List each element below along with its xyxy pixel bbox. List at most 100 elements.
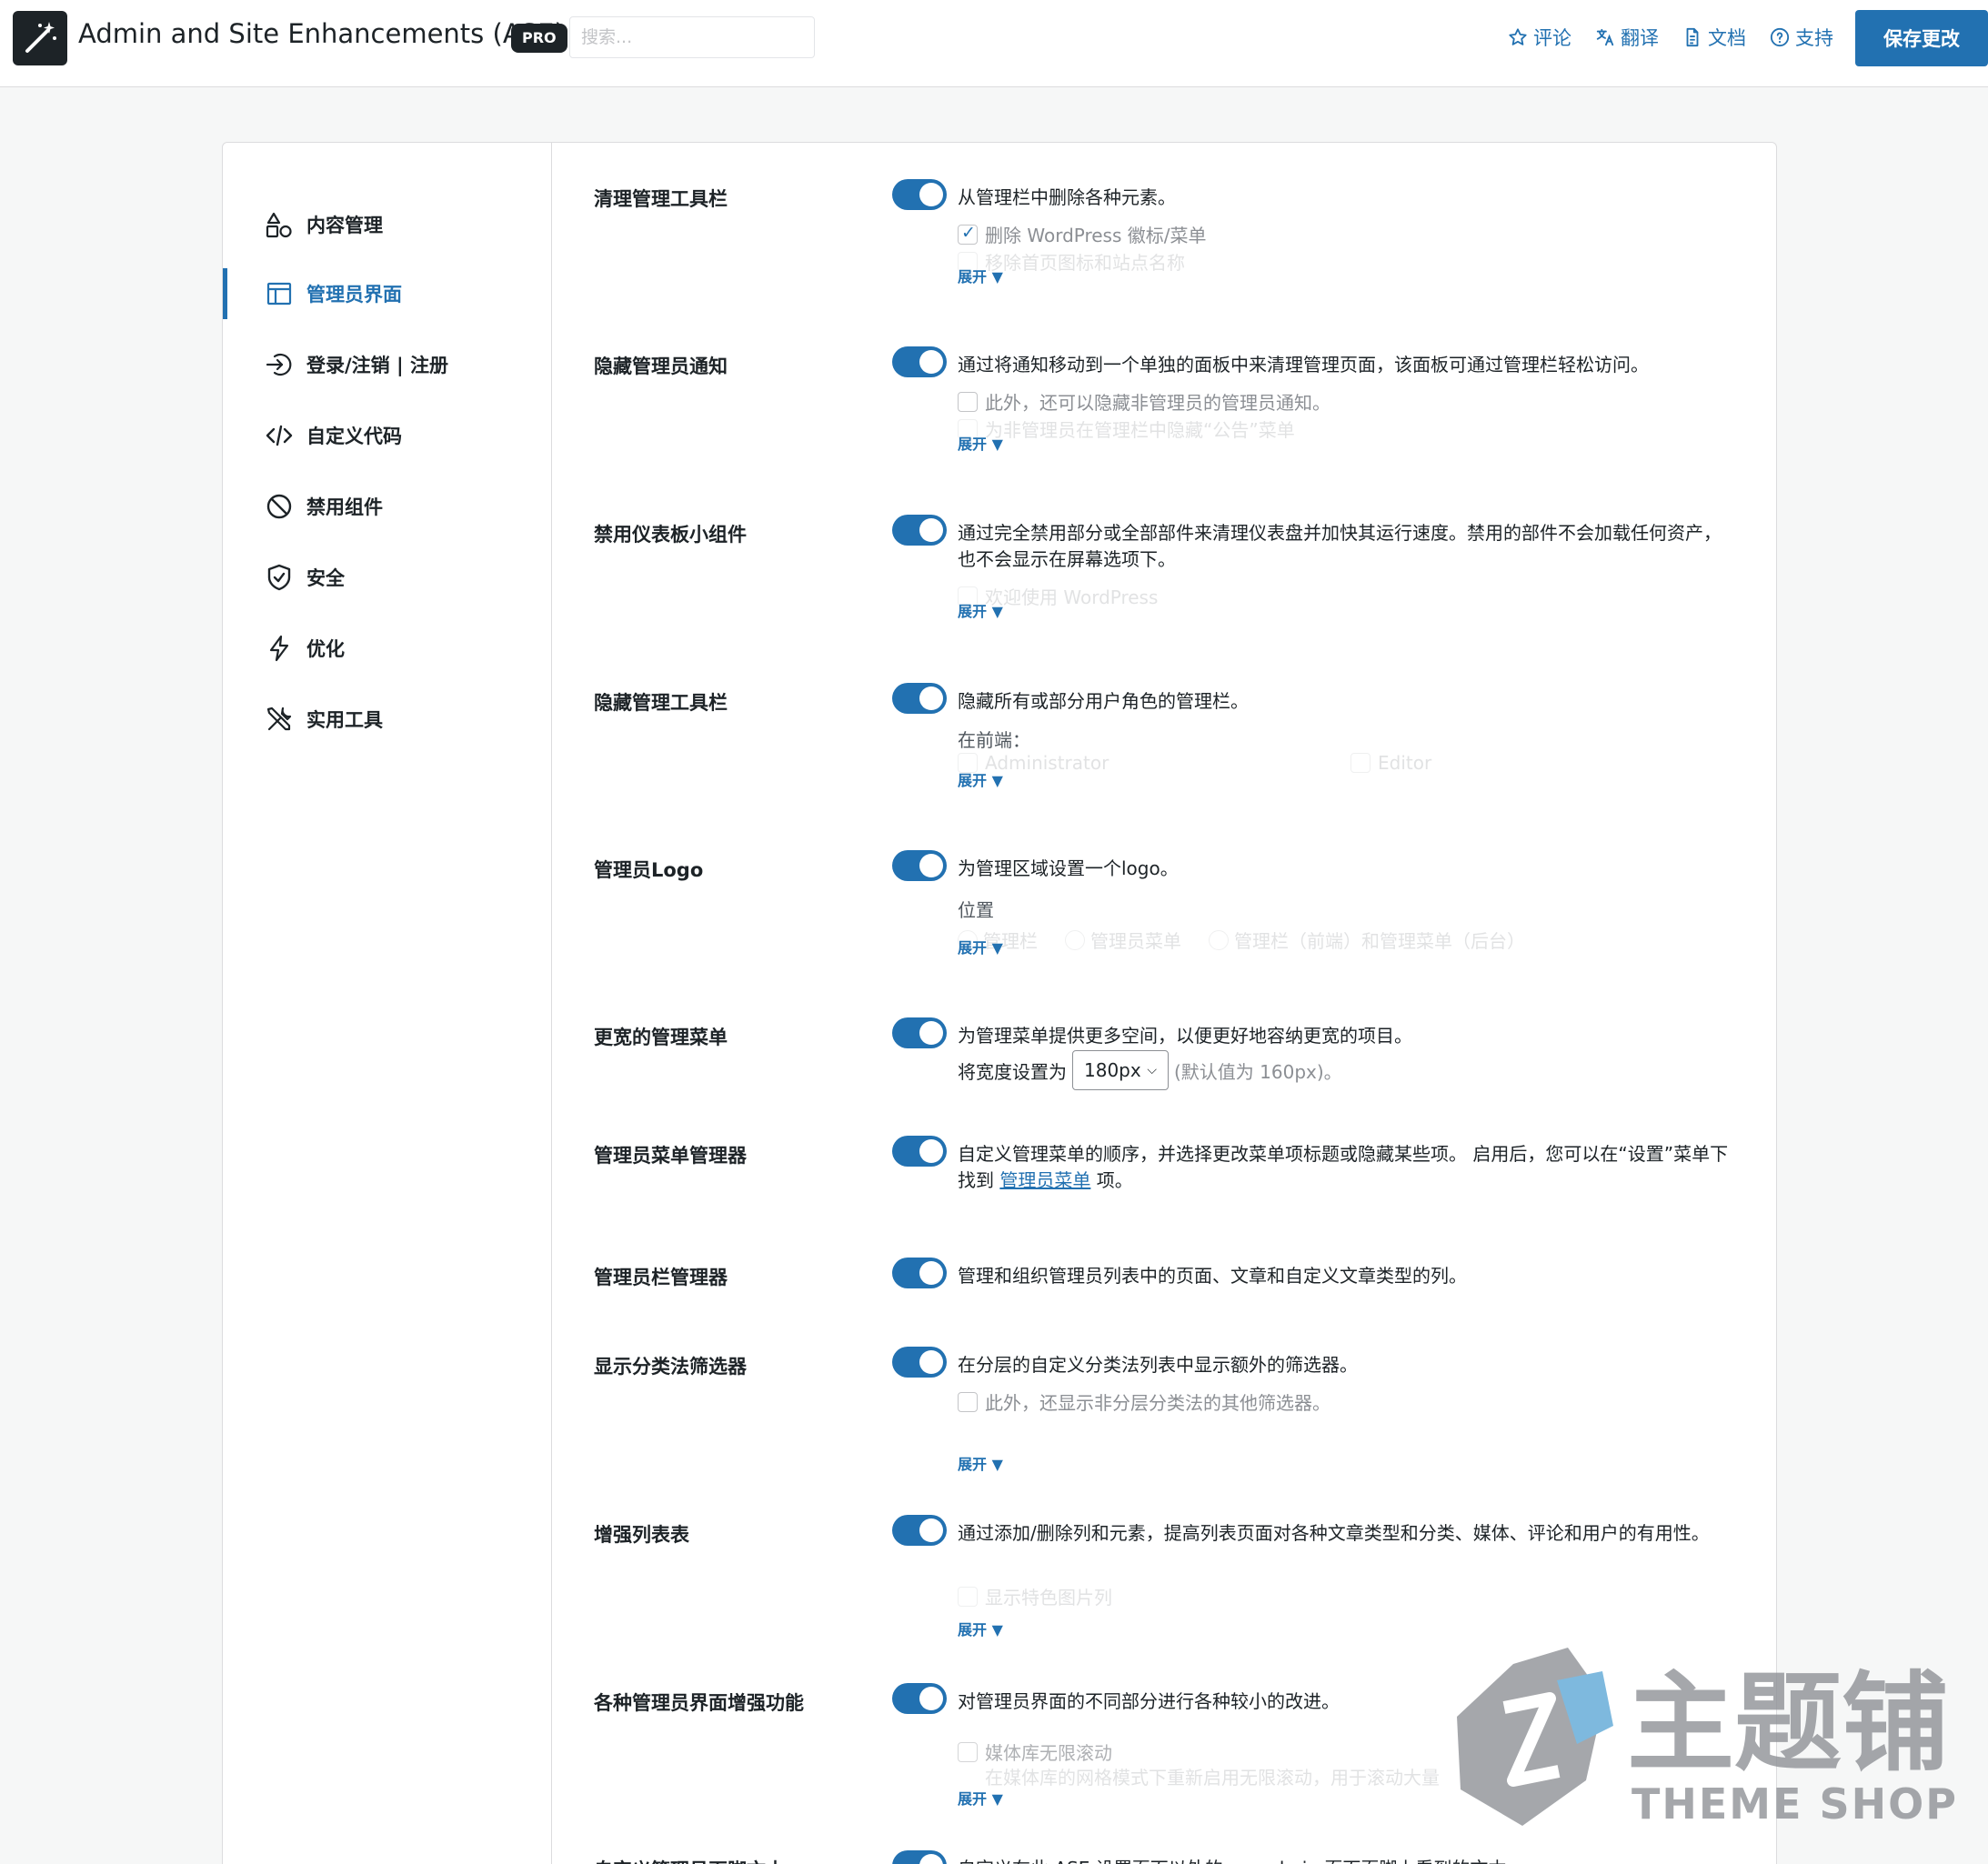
setting-label: 禁用仪表板小组件 — [594, 524, 747, 546]
option-checkbox[interactable]: 此外，还可以隐藏非管理员的管理员通知。 — [958, 388, 1330, 415]
setting-description: 管理和组织管理员列表中的页面、文章和自定义文章类型的列。 — [958, 1265, 1467, 1287]
expand-link[interactable]: 展开 ▼ — [958, 599, 1003, 621]
setting-toggle[interactable] — [892, 1347, 947, 1378]
setting-description: 通过完全禁用部分或全部部件来清理仪表盘并加快其运行速度。禁用的部件不会加载任何资… — [958, 522, 1722, 570]
setting-description: 从管理栏中删除各种元素。 — [958, 186, 1176, 208]
checkbox[interactable] — [958, 1391, 978, 1412]
option-checkbox[interactable]: 为非管理员在管理栏中隐藏“公告”菜单 — [958, 416, 1295, 442]
setting-toggle[interactable] — [892, 1136, 947, 1167]
sidebar-item-login[interactable]: 登录/注销 | 注册 — [223, 339, 552, 390]
sidebar-item-utilities[interactable]: 实用工具 — [223, 694, 552, 745]
setting-toggle[interactable] — [892, 1017, 947, 1048]
setting-toggle[interactable] — [892, 683, 947, 714]
setting-label: 清理管理工具栏 — [594, 188, 728, 210]
expand-link[interactable]: 展开 ▼ — [958, 1618, 1003, 1639]
watermark-sub: THEME SHOP — [1632, 1779, 1958, 1829]
radio-option[interactable]: 管理员菜单 — [1065, 927, 1181, 953]
content-management-icon — [266, 212, 292, 238]
option-label: Administrator — [985, 752, 1109, 774]
width-default-note: (默认值为 160px)。 — [1174, 1060, 1342, 1083]
width-select[interactable]: 180px ⌵ — [1072, 1050, 1169, 1090]
chevron-down-icon: ⌵ — [1147, 1063, 1157, 1077]
radio[interactable] — [1209, 929, 1229, 950]
setting-toggle[interactable] — [892, 346, 947, 377]
support-link[interactable]: 支持 — [1770, 24, 1833, 51]
radio-option[interactable]: 管理栏（前端）和管理菜单（后台） — [1209, 927, 1525, 953]
top-header: Admin and Site Enhancements (ASE) PRO 评论… — [0, 0, 1988, 87]
watermark-logo-icon: 主题铺 THEME SHOP — [1457, 1648, 1958, 1829]
sidebar-item-custom-code[interactable]: 自定义代码 — [223, 410, 552, 461]
settings-panel: 内容管理 管理员界面 登录/注销 | 注册 自定义代码 禁用组件 安全 优化 实… — [222, 142, 1777, 1864]
option-group-label: 位置 — [958, 899, 994, 921]
docs-link[interactable]: 文档 — [1682, 24, 1746, 51]
option-label: 删除 WordPress 徽标/菜单 — [985, 225, 1207, 246]
lightning-icon — [269, 635, 289, 662]
option-label: 管理栏（前端）和管理菜单（后台） — [1234, 930, 1525, 952]
translate-link[interactable]: 翻译 — [1595, 24, 1659, 51]
sidebar-item-optimization[interactable]: 优化 — [223, 623, 552, 674]
width-prefix: 将宽度设置为 — [958, 1060, 1067, 1083]
setting-toggle[interactable] — [892, 1683, 947, 1714]
setting-label: 隐藏管理工具栏 — [594, 692, 728, 714]
setting-description: 为管理区域设置一个logo。 — [958, 857, 1179, 879]
admin-menu-link[interactable]: 管理员菜单 — [999, 1169, 1090, 1191]
checkbox[interactable] — [1350, 753, 1371, 773]
sidebar-item-content-management[interactable]: 内容管理 — [223, 199, 552, 250]
review-link[interactable]: 评论 — [1508, 24, 1571, 51]
expand-link[interactable]: 展开 ▼ — [958, 936, 1003, 957]
option-label: 为非管理员在管理栏中隐藏“公告”菜单 — [985, 419, 1295, 441]
setting-label: 管理员栏管理器 — [594, 1267, 728, 1288]
option-label: 此外，还显示非分层分类法的其他筛选器。 — [985, 1392, 1330, 1414]
search-input[interactable] — [569, 16, 815, 58]
app-title: Admin and Site Enhancements (ASE) — [78, 18, 565, 49]
expand-link[interactable]: 展开 ▼ — [958, 265, 1003, 286]
option-checkbox[interactable]: 媒体库无限滚动 — [958, 1739, 1112, 1765]
setting-label: 显示分类法筛选器 — [594, 1356, 747, 1378]
setting-toggle[interactable] — [892, 1258, 947, 1288]
option-label: 欢迎使用 WordPress — [985, 586, 1159, 608]
shield-icon — [267, 564, 291, 591]
sidebar-item-disable-components[interactable]: 禁用组件 — [223, 481, 552, 532]
expand-link[interactable]: 展开 ▼ — [958, 1452, 1003, 1474]
setting-toggle[interactable] — [892, 1515, 947, 1546]
setting-description: 通过添加/删除列和元素，提高列表页面对各种文章类型和分类、媒体、评论和用户的有用… — [958, 1522, 1710, 1544]
admin-interface-icon — [266, 282, 292, 306]
option-label: 此外，还可以隐藏非管理员的管理员通知。 — [985, 392, 1330, 414]
setting-toggle[interactable] — [892, 515, 947, 546]
checkbox[interactable] — [958, 1741, 978, 1762]
magic-wand-icon — [25, 22, 56, 53]
setting-label: 隐藏管理员通知 — [594, 356, 728, 377]
setting-label: 管理员Logo — [594, 859, 704, 881]
option-label: Editor — [1378, 752, 1432, 774]
sidebar-item-security[interactable]: 安全 — [223, 552, 552, 603]
sidebar-item-label: 安全 — [306, 567, 345, 589]
expand-link[interactable]: 展开 ▼ — [958, 1787, 1003, 1809]
setting-label: 各种管理员界面增强功能 — [594, 1692, 804, 1714]
setting-toggle[interactable] — [892, 850, 947, 881]
option-label: 显示特色图片列 — [985, 1587, 1112, 1608]
review-link-label: 评论 — [1533, 27, 1571, 49]
setting-toggle[interactable] — [892, 1850, 947, 1864]
sidebar-item-label: 优化 — [306, 638, 345, 660]
option-checkbox[interactable]: 此外，还显示非分层分类法的其他筛选器。 — [958, 1388, 1330, 1415]
expand-link[interactable]: 展开 ▼ — [958, 432, 1003, 454]
docs-link-label: 文档 — [1708, 27, 1746, 49]
option-checkbox[interactable]: 显示特色图片列 — [958, 1583, 1112, 1609]
option-checkbox[interactable]: Editor — [1350, 752, 1431, 774]
checkbox[interactable] — [958, 223, 978, 245]
checkbox[interactable] — [958, 391, 978, 412]
save-changes-button[interactable]: 保存更改 — [1855, 10, 1988, 66]
setting-toggle[interactable] — [892, 179, 947, 210]
code-icon — [266, 425, 293, 446]
radio[interactable] — [1065, 929, 1085, 950]
option-checkbox[interactable]: 删除 WordPress 徽标/菜单 — [958, 221, 1207, 247]
setting-description: 隐藏所有或部分用户角色的管理栏。 — [958, 690, 1249, 712]
sidebar-item-admin-interface[interactable]: 管理员界面 — [223, 268, 552, 319]
setting-description: 为管理菜单提供更多空间，以便更好地容纳更宽的项目。 — [958, 1025, 1412, 1047]
theme-shop-watermark: 主题铺 THEME SHOP — [1450, 1644, 1959, 1835]
disable-icon — [266, 494, 292, 519]
setting-description: 通过将通知移动到一个单独的面板中来清理管理页面，该面板可通过管理栏轻松访问。 — [958, 354, 1649, 376]
app-logo — [13, 11, 67, 65]
expand-link[interactable]: 展开 ▼ — [958, 768, 1003, 790]
checkbox[interactable] — [958, 1586, 978, 1607]
